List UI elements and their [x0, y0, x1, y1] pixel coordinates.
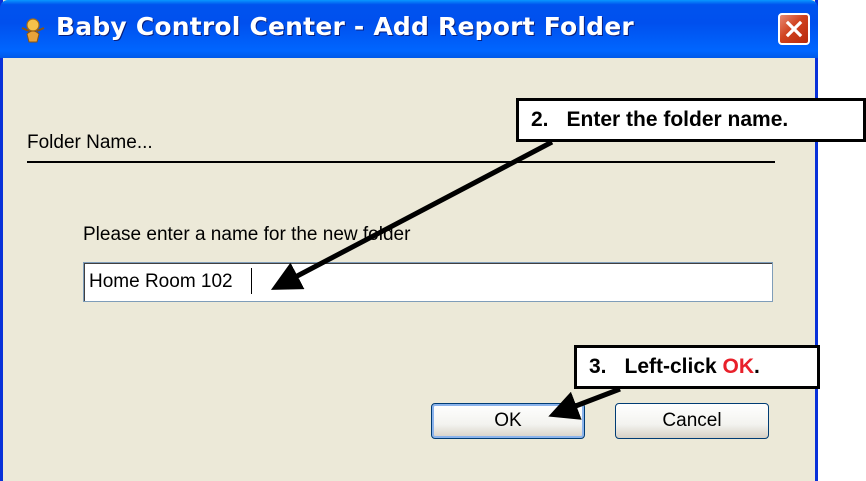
- section-divider: [27, 161, 775, 163]
- callout-step-3: 3. Left-click OK.: [574, 345, 820, 389]
- ok-button[interactable]: OK: [431, 403, 585, 439]
- callout-step-3-highlight: OK: [722, 355, 755, 378]
- callout-step-3-number: 3.: [589, 355, 607, 378]
- text-caret: [251, 268, 252, 294]
- folder-name-prompt: Please enter a name for the new folder: [83, 224, 411, 245]
- callout-step-3-text: Left-click: [624, 355, 723, 378]
- callout-step-2-text: Enter the folder name.: [566, 108, 789, 131]
- close-button[interactable]: [778, 13, 810, 45]
- section-label: Folder Name...: [27, 132, 153, 153]
- dialog-window: Baby Control Center - Add Report Folder …: [0, 0, 818, 481]
- close-icon: [785, 20, 803, 38]
- window-title: Baby Control Center - Add Report Folder: [56, 12, 634, 41]
- folder-name-input[interactable]: [83, 262, 773, 302]
- app-icon: [18, 14, 48, 44]
- callout-step-2-number: 2.: [531, 108, 549, 131]
- callout-step-2: 2. Enter the folder name.: [516, 98, 866, 142]
- title-bar[interactable]: Baby Control Center - Add Report Folder: [0, 0, 818, 58]
- cancel-button[interactable]: Cancel: [615, 403, 769, 439]
- callout-step-3-suffix: .: [754, 355, 760, 378]
